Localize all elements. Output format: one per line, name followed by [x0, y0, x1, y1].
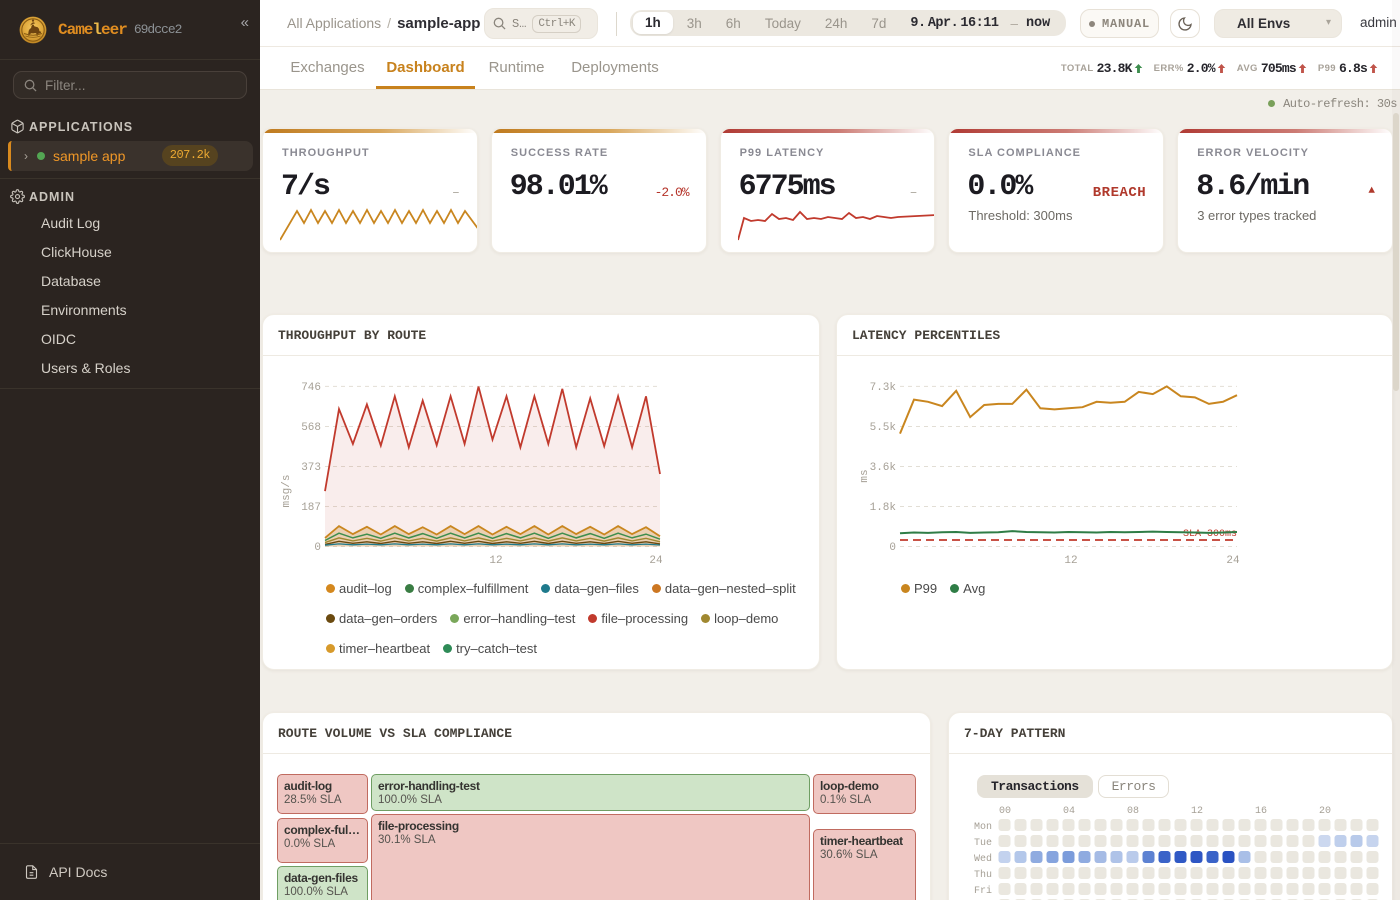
svg-text:568: 568 — [301, 422, 321, 434]
svg-text:3.6k: 3.6k — [870, 462, 897, 474]
svg-text:04: 04 — [1063, 806, 1075, 817]
svg-text:SLA 300ms: SLA 300ms — [1183, 529, 1237, 540]
svg-text:00: 00 — [999, 806, 1011, 817]
svg-text:20: 20 — [1319, 806, 1331, 817]
svg-text:24: 24 — [1226, 555, 1240, 567]
svg-text:12: 12 — [1191, 806, 1203, 817]
svg-text:msg/s: msg/s — [281, 474, 293, 507]
svg-text:0: 0 — [314, 542, 321, 554]
svg-text:12: 12 — [1064, 555, 1077, 567]
svg-text:7.3k: 7.3k — [870, 382, 897, 394]
svg-text:Thu: Thu — [974, 869, 992, 881]
svg-text:746: 746 — [301, 382, 321, 394]
svg-text:1.8k: 1.8k — [870, 502, 897, 514]
svg-text:12: 12 — [489, 555, 502, 567]
svg-text:16: 16 — [1255, 806, 1267, 817]
svg-text:24: 24 — [649, 555, 663, 567]
svg-text:Wed: Wed — [974, 853, 992, 865]
svg-text:Fri: Fri — [974, 885, 992, 897]
svg-text:ms: ms — [859, 469, 871, 482]
svg-text:187: 187 — [301, 502, 321, 514]
svg-text:5.5k: 5.5k — [870, 422, 897, 434]
svg-text:Mon: Mon — [974, 822, 992, 833]
svg-text:373: 373 — [301, 462, 321, 474]
svg-text:08: 08 — [1127, 806, 1139, 817]
svg-text:0: 0 — [889, 542, 896, 554]
svg-text:Tue: Tue — [974, 838, 992, 849]
